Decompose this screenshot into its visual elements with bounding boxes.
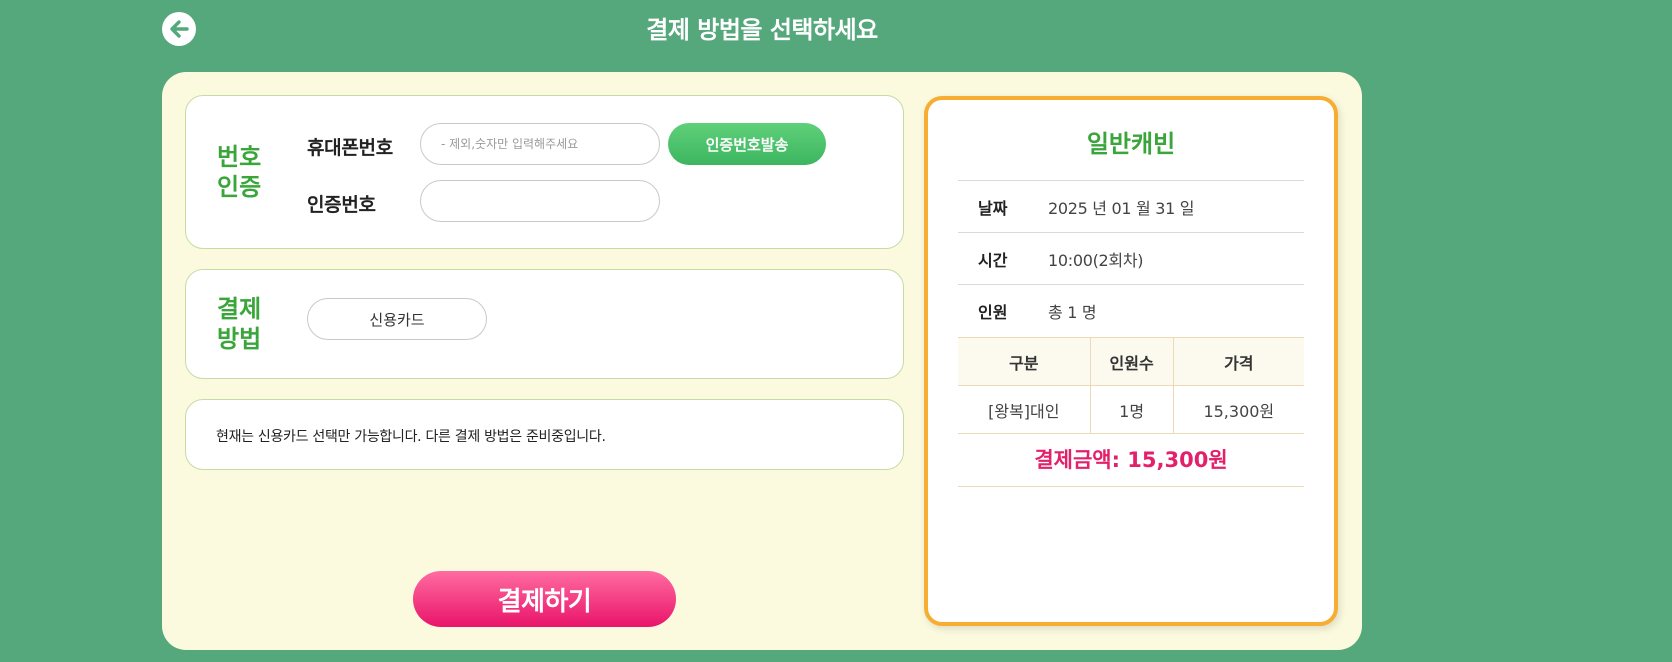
info-value: 10:00(2회차) xyxy=(1048,250,1144,270)
pay-button[interactable]: 결제하기 xyxy=(413,571,676,627)
price-table-header: 구분 인원수 가격 xyxy=(958,337,1304,386)
summary-title: 일반캐빈 xyxy=(1086,130,1176,158)
order-summary: 일반캐빈 날짜 2025 년 01 월 31 일 시간 10:00(2회차) 인… xyxy=(924,96,1338,626)
notice-text: 현재는 신용카드 선택만 가능합니다. 다른 결제 방법은 준비중입니다. xyxy=(216,429,606,445)
method-title-line-1: 결제 xyxy=(217,295,262,323)
code-input[interactable] xyxy=(420,180,660,222)
info-row-date: 날짜 2025 년 01 월 31 일 xyxy=(958,180,1304,232)
page-title: 결제 방법을 선택하세요 xyxy=(646,16,878,44)
info-row-people: 인원 총 1 명 xyxy=(958,284,1304,336)
cell-count: 1명 xyxy=(1089,385,1174,434)
info-key: 시간 xyxy=(978,250,1008,270)
auth-title-line-1: 번호 xyxy=(217,143,262,171)
cell-type: [왕복]대인 xyxy=(958,385,1091,434)
phone-auth-card: 번호 인증 휴대폰번호 인증번호발송 인증번호 xyxy=(185,95,904,249)
credit-card-option[interactable]: 신용카드 xyxy=(307,298,487,340)
method-section-title: 결제 방법 xyxy=(217,294,277,354)
payment-method-card: 결제 방법 신용카드 xyxy=(185,269,904,379)
payment-page: 결제 방법을 선택하세요 번호 인증 휴대폰번호 인증번호발송 인증번호 결제 … xyxy=(0,0,1672,662)
total-amount: 결제금액: 15,300원 xyxy=(958,433,1304,487)
info-row-time: 시간 10:00(2회차) xyxy=(958,232,1304,284)
info-key: 날짜 xyxy=(978,198,1008,218)
code-label: 인증번호 xyxy=(307,194,376,216)
auth-title-line-2: 인증 xyxy=(217,173,262,201)
phone-input[interactable] xyxy=(420,123,660,165)
col-header: 구분 xyxy=(958,337,1091,386)
main-panel: 번호 인증 휴대폰번호 인증번호발송 인증번호 결제 방법 신용카드 현재는 신… xyxy=(162,72,1362,650)
info-key: 인원 xyxy=(978,302,1008,322)
info-value: 총 1 명 xyxy=(1048,302,1097,322)
cell-price: 15,300원 xyxy=(1172,385,1304,434)
price-table: 구분 인원수 가격 [왕복]대인 1명 15,300원 xyxy=(958,337,1304,434)
info-value: 2025 년 01 월 31 일 xyxy=(1048,198,1195,218)
phone-label: 휴대폰번호 xyxy=(307,137,393,159)
notice-card: 현재는 신용카드 선택만 가능합니다. 다른 결제 방법은 준비중입니다. xyxy=(185,399,904,470)
method-title-line-2: 방법 xyxy=(217,325,262,353)
col-header: 가격 xyxy=(1172,337,1304,386)
send-code-button[interactable]: 인증번호발송 xyxy=(668,123,826,165)
auth-section-title: 번호 인증 xyxy=(217,142,277,202)
summary-info: 날짜 2025 년 01 월 31 일 시간 10:00(2회차) 인원 총 1… xyxy=(958,180,1304,336)
table-row: [왕복]대인 1명 15,300원 xyxy=(958,385,1304,434)
col-header: 인원수 xyxy=(1089,337,1174,386)
